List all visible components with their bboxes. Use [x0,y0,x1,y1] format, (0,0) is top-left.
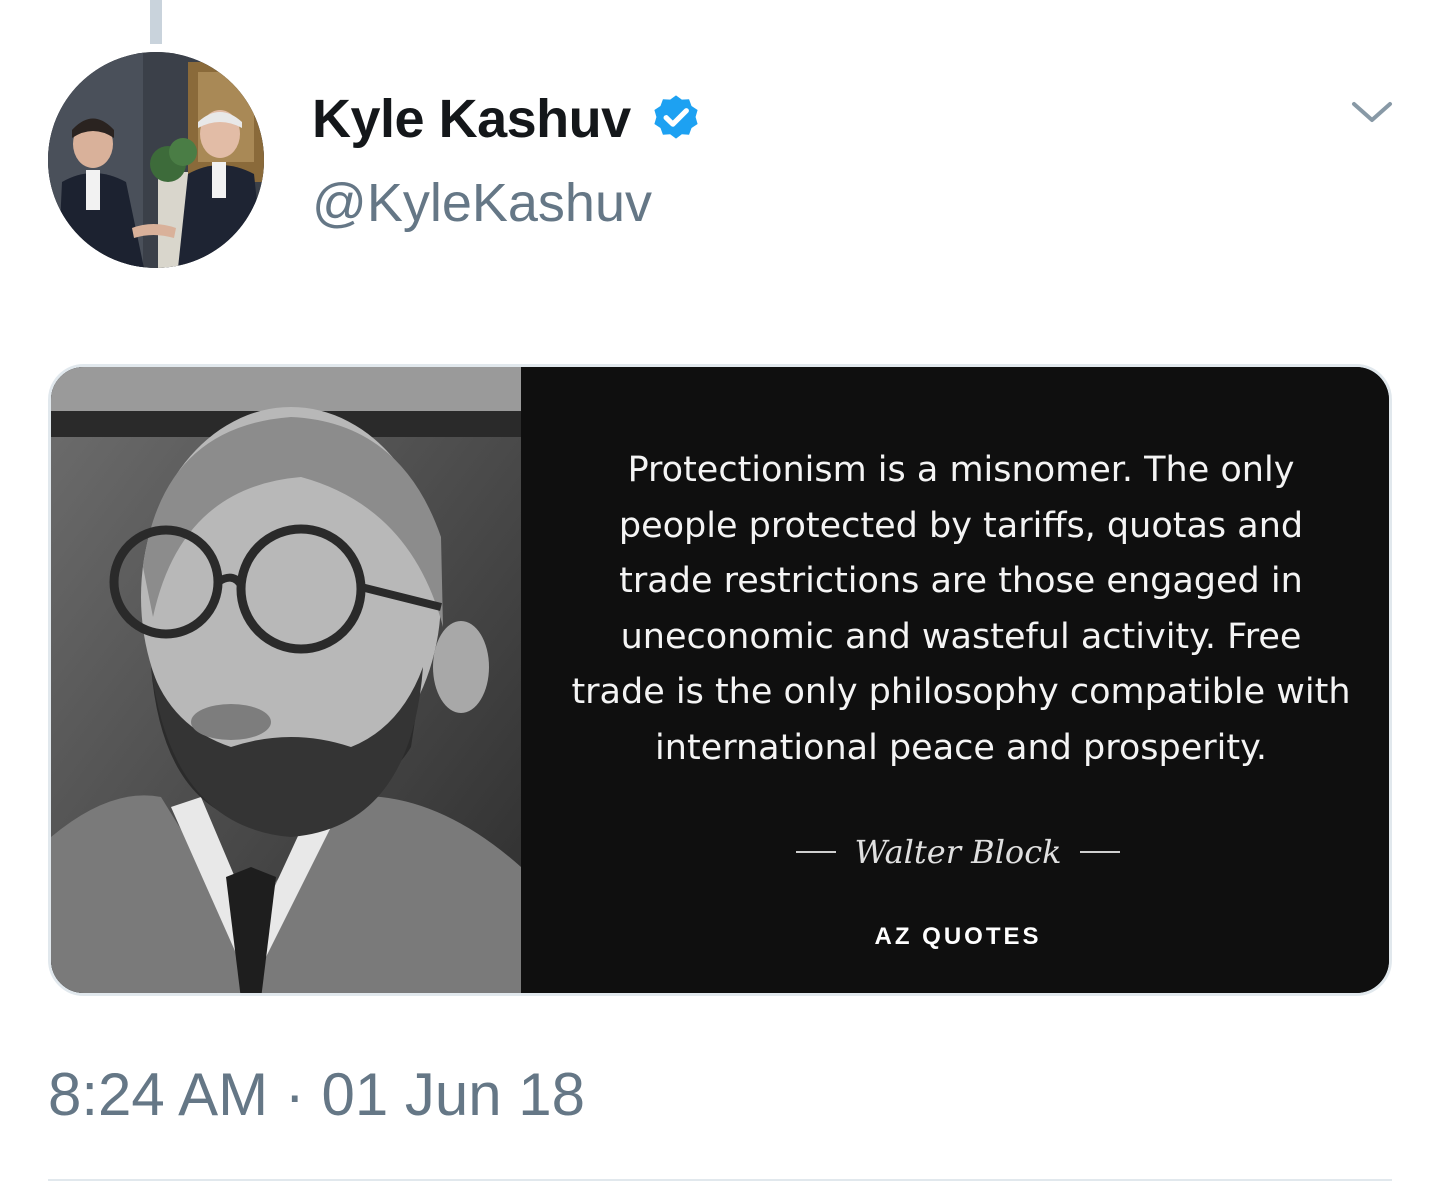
quote-text: Protectionism is a misnomer. The only pe… [571,450,1351,768]
display-name[interactable]: Kyle Kashuv [312,88,703,150]
quote-author-photo [51,367,521,993]
attribution-row: Walter Block [521,827,1389,877]
display-name-text: Kyle Kashuv [312,89,631,149]
verified-badge-icon [649,92,703,146]
avatar-photo-icon [48,52,264,268]
divider [48,1179,1392,1181]
brand-logo: AZ QUOTES [874,923,1042,950]
tweet-detail: Kyle Kashuv @KyleKashuv Protectionism is… [0,0,1439,1184]
user-handle[interactable]: @KyleKashuv [312,172,652,234]
tweet-timestamp[interactable]: 8:24 AM · 01 Jun 18 [48,1060,585,1129]
attribution-dash-right [1079,851,1120,853]
tweet-menu-button[interactable] [1348,88,1396,136]
quote-attribution: Walter Block [854,833,1062,871]
tweet-media-image[interactable]: Protectionism is a misnomer. The only pe… [48,364,1392,996]
chevron-down-icon [1352,102,1392,122]
thread-connector-line [150,0,162,44]
attribution-dash-left [796,851,837,853]
quote-panel: Protectionism is a misnomer. The only pe… [521,367,1389,993]
avatar[interactable] [48,52,264,268]
